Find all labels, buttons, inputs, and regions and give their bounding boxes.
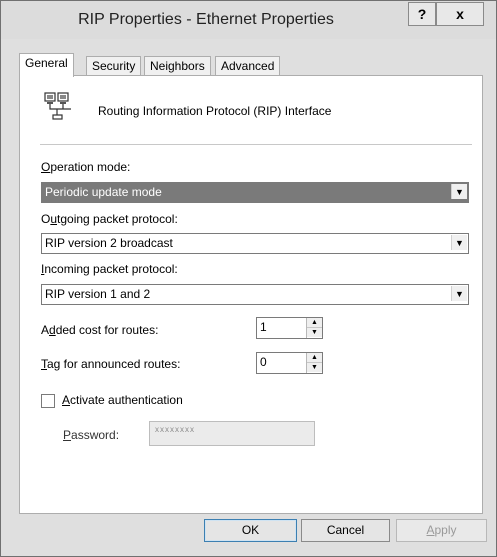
incoming-protocol-select[interactable]: RIP version 1 and 2 ▼ <box>41 284 469 305</box>
added-cost-label: Added cost for routes: <box>41 323 158 337</box>
tag-spinner[interactable]: 0 ▲ ▼ <box>256 352 323 374</box>
label-part: ncoming packet protocol: <box>44 262 178 276</box>
password-field[interactable]: xxxxxxxx <box>149 421 315 446</box>
password-label: Password: <box>63 428 119 442</box>
label-part: assword: <box>71 428 120 442</box>
tag-label: Tag for announced routes: <box>41 357 180 371</box>
cancel-button[interactable]: Cancel <box>301 519 390 542</box>
title-bar[interactable]: RIP Properties - Ethernet Properties ? x <box>1 1 496 39</box>
added-cost-value[interactable]: 1 <box>260 320 267 334</box>
label-part: A <box>41 323 50 337</box>
ok-button[interactable]: OK <box>204 519 297 542</box>
spin-up-icon[interactable]: ▲ <box>307 318 322 327</box>
apply-accelerator: A <box>426 523 435 537</box>
label-part: peration mode: <box>50 160 131 174</box>
spinner-buttons: ▲ ▼ <box>306 353 322 373</box>
outgoing-protocol-value: RIP version 2 broadcast <box>45 236 173 250</box>
operation-mode-label: Operation mode: <box>41 160 130 174</box>
added-cost-spinner[interactable]: 1 ▲ ▼ <box>256 317 323 339</box>
tab-general[interactable]: General <box>19 53 74 77</box>
incoming-protocol-label: Incoming packet protocol: <box>41 262 178 276</box>
outgoing-protocol-select[interactable]: RIP version 2 broadcast ▼ <box>41 233 469 254</box>
dropdown-arrow-icon[interactable]: ▼ <box>451 184 467 199</box>
incoming-protocol-value: RIP version 1 and 2 <box>45 287 151 301</box>
dropdown-arrow-icon[interactable]: ▼ <box>451 235 467 250</box>
label-part: ded cost for routes: <box>55 323 159 337</box>
spinner-buttons: ▲ ▼ <box>306 318 322 338</box>
label-part: ctivate authentication <box>70 393 183 407</box>
spin-up-icon[interactable]: ▲ <box>307 353 322 362</box>
label-part: O <box>41 212 51 226</box>
label-accelerator: A <box>62 393 71 407</box>
spin-down-icon[interactable]: ▼ <box>307 362 322 372</box>
general-tab-panel: Routing Information Protocol (RIP) Inter… <box>19 75 483 514</box>
outgoing-protocol-label: Outgoing packet protocol: <box>41 212 178 226</box>
separator <box>40 144 472 145</box>
activate-authentication-label[interactable]: Activate authentication <box>62 393 183 407</box>
tag-value[interactable]: 0 <box>260 355 267 369</box>
dropdown-arrow-icon[interactable]: ▼ <box>451 286 467 301</box>
label-part: tgoing packet protocol: <box>57 212 178 226</box>
tab-advanced[interactable]: Advanced <box>215 56 281 76</box>
tab-security[interactable]: Security <box>86 56 142 76</box>
operation-mode-value: Periodic update mode <box>45 185 162 199</box>
label-accelerator: O <box>41 160 51 174</box>
label-accelerator: P <box>63 428 72 442</box>
label-part: ag for announced routes: <box>47 357 181 371</box>
activate-authentication-checkbox[interactable] <box>41 394 55 408</box>
spin-down-icon[interactable]: ▼ <box>307 327 322 337</box>
password-value: xxxxxxxx <box>155 425 195 434</box>
rip-properties-dialog: RIP Properties - Ethernet Properties ? x… <box>0 0 497 557</box>
window-title: RIP Properties - Ethernet Properties <box>78 11 334 28</box>
tab-neighbors[interactable]: Neighbors <box>144 56 211 76</box>
apply-button[interactable]: Apply <box>396 519 487 542</box>
help-button[interactable]: ? <box>408 2 436 26</box>
network-interface-icon <box>44 92 71 120</box>
header-text: Routing Information Protocol (RIP) Inter… <box>98 104 332 118</box>
label-accelerator: d <box>49 323 56 337</box>
operation-mode-select[interactable]: Periodic update mode ▼ <box>41 182 469 203</box>
close-button[interactable]: x <box>436 2 484 26</box>
apply-label-rest: pply <box>434 523 457 537</box>
